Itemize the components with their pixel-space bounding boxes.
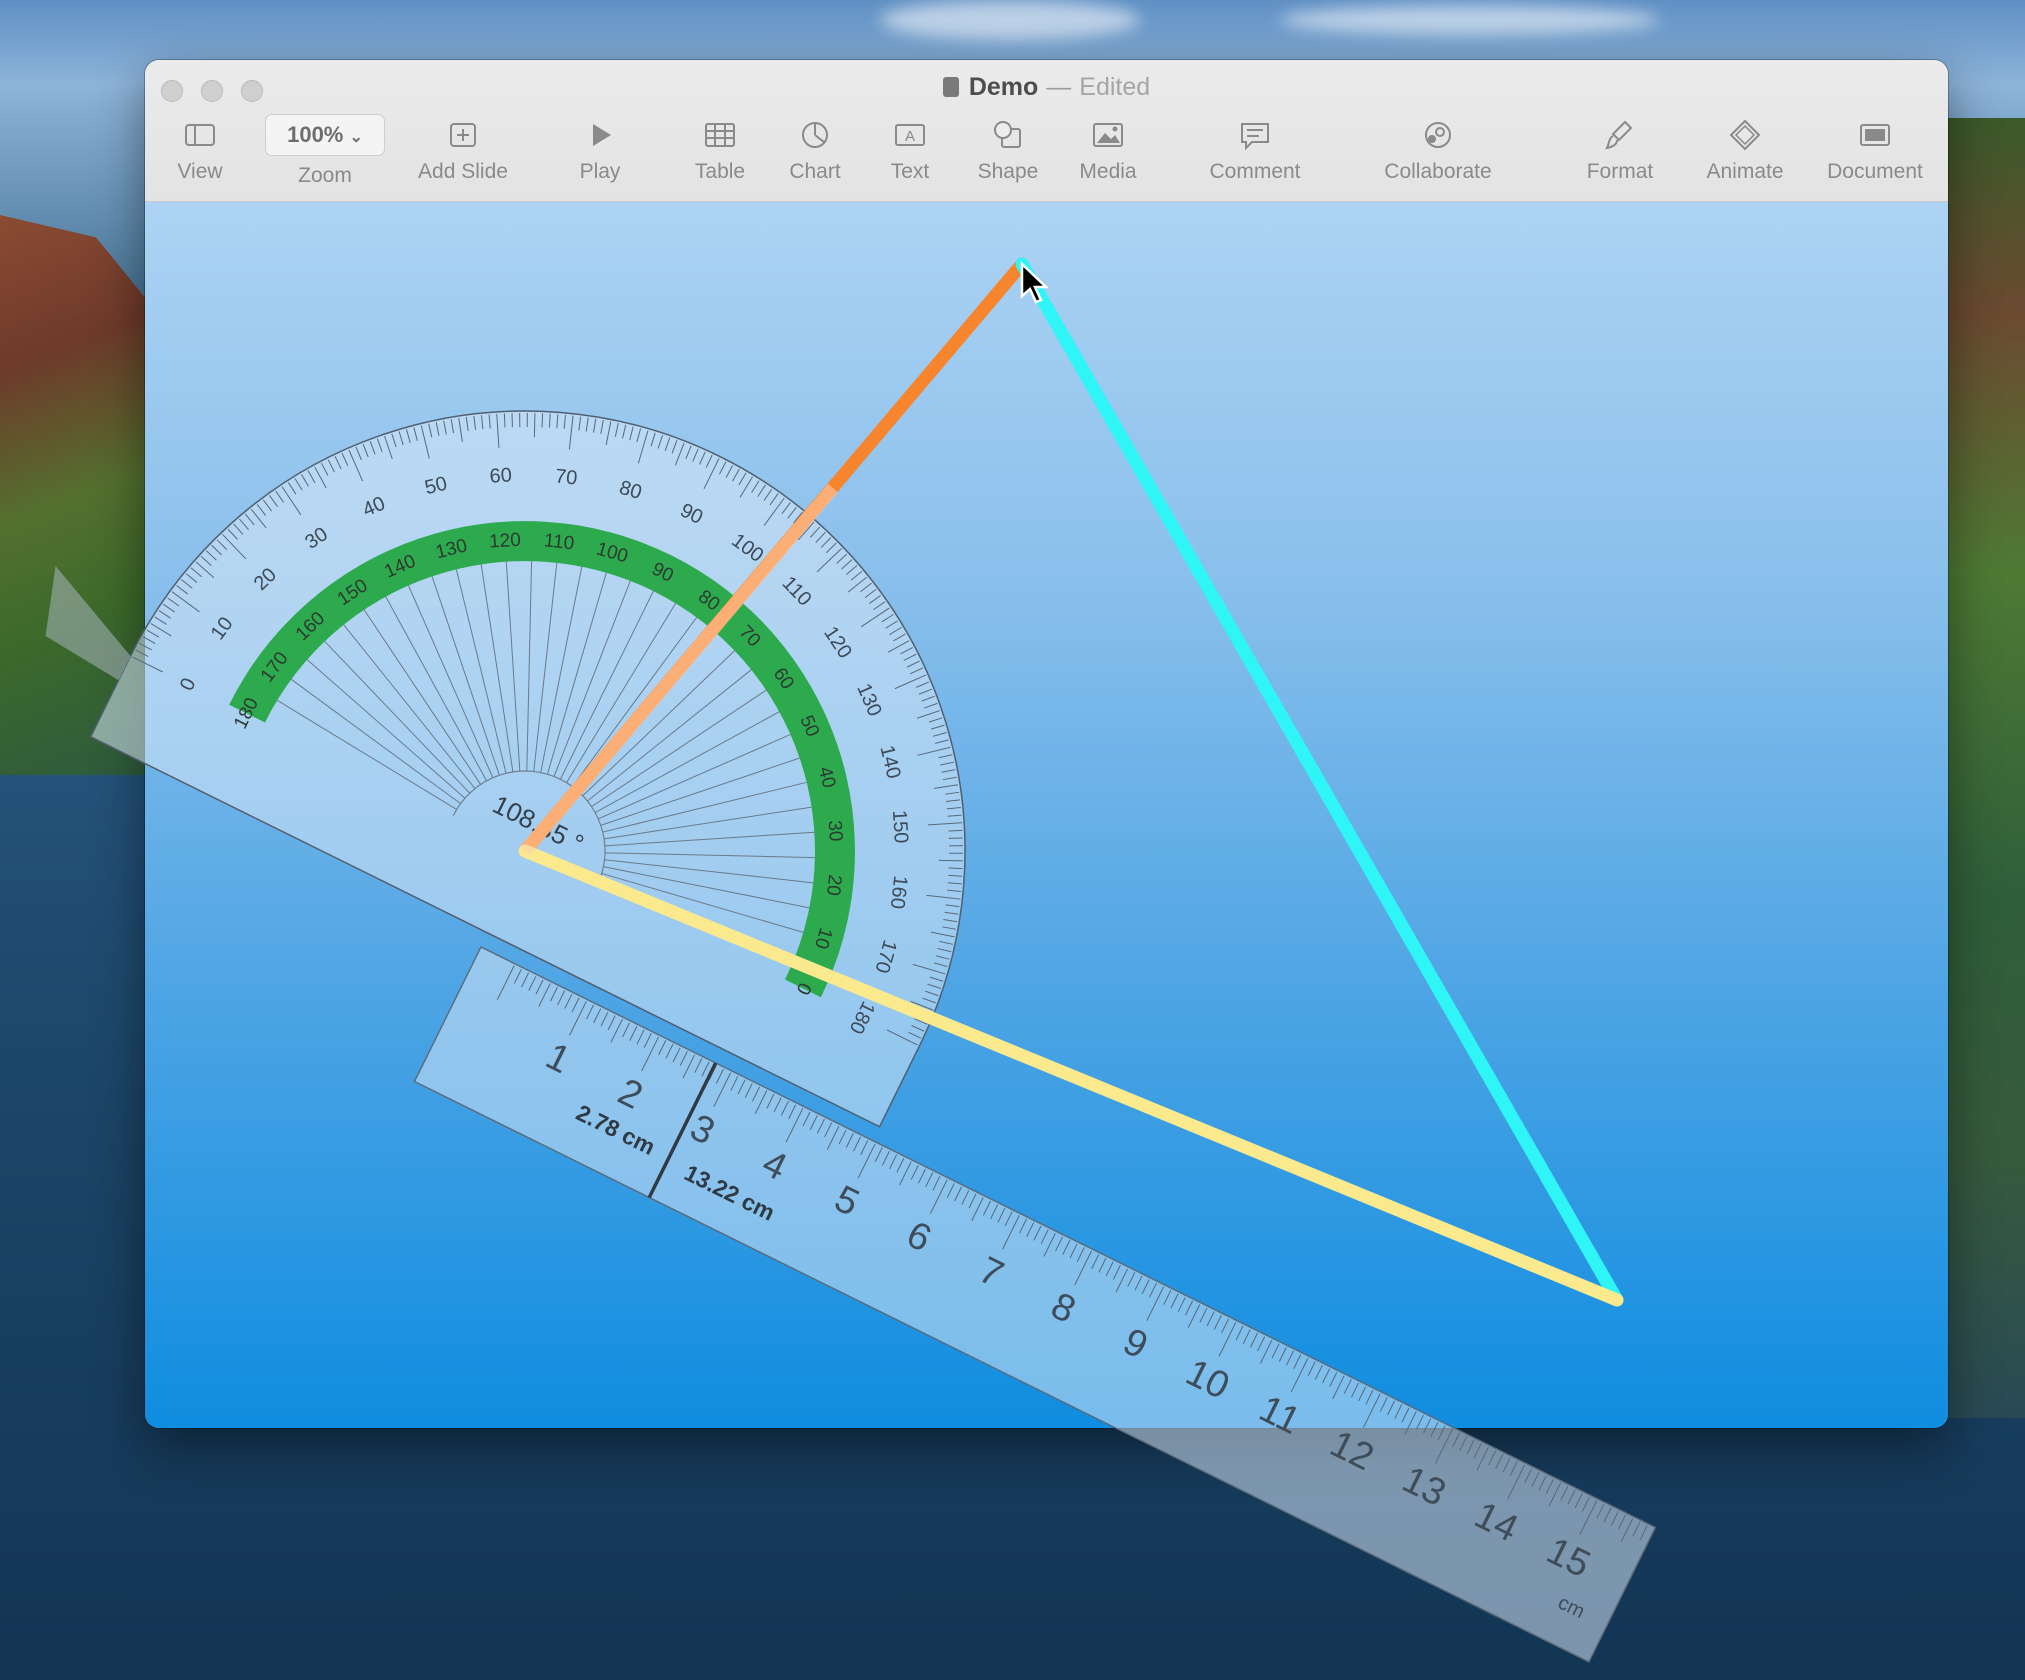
- media-label: Media: [1079, 160, 1137, 183]
- shape-label: Shape: [977, 160, 1039, 183]
- mountain-left: [0, 215, 160, 775]
- text-box-icon: A: [895, 124, 925, 146]
- media-icon: [1093, 123, 1123, 147]
- view-button[interactable]: View: [165, 118, 235, 184]
- add-slide-button[interactable]: Add Slide: [403, 118, 523, 184]
- comment-button[interactable]: Comment: [1200, 118, 1310, 184]
- animate-button[interactable]: Animate: [1700, 118, 1790, 184]
- comment-label: Comment: [1209, 160, 1301, 183]
- view-label: View: [177, 160, 223, 183]
- svg-text:A: A: [905, 128, 915, 145]
- document-name: Demo: [968, 73, 1039, 101]
- collaborate-icon: [1425, 122, 1451, 148]
- text-button[interactable]: A Text: [875, 118, 945, 184]
- document-label: Document: [1827, 160, 1923, 183]
- titlebar: Demo — Edited View 100% ⌄ Zoom Add Slide P…: [145, 60, 1948, 202]
- document-button[interactable]: Document: [1815, 118, 1935, 184]
- table-button[interactable]: Table: [685, 118, 755, 184]
- chevron-down-icon: ⌄: [349, 129, 363, 146]
- play-icon: [593, 124, 611, 146]
- comment-icon: [1241, 123, 1269, 151]
- table-label: Table: [694, 160, 746, 183]
- document-inspector-icon: [1860, 124, 1890, 146]
- document-icon: [942, 77, 959, 97]
- zoom-value: 100%: [287, 122, 344, 147]
- animate-label: Animate: [1706, 160, 1784, 183]
- format-button[interactable]: Format: [1575, 118, 1665, 184]
- collaborate-button[interactable]: Collaborate: [1373, 118, 1503, 184]
- cloud: [1280, 5, 1660, 35]
- slide-canvas[interactable]: [145, 202, 1948, 1428]
- mountain-right: [1945, 118, 2025, 1418]
- keynote-window: Demo — Edited View 100% ⌄ Zoom Add Slide P…: [145, 60, 1948, 1428]
- zoom-label: Zoom: [298, 164, 352, 187]
- play-button[interactable]: Play: [565, 118, 635, 184]
- collaborate-label: Collaborate: [1384, 160, 1492, 183]
- shape-icon: [994, 121, 1021, 148]
- media-button[interactable]: Media: [1068, 118, 1148, 184]
- chart-icon: [802, 122, 828, 148]
- text-label: Text: [890, 160, 930, 183]
- add-slide-icon: [450, 123, 476, 147]
- play-label: Play: [579, 160, 621, 183]
- paintbrush-icon: [1605, 120, 1633, 150]
- zoom-control[interactable]: 100% ⌄ Zoom: [260, 114, 390, 188]
- title-separator: —: [1046, 73, 1072, 101]
- zoom-select[interactable]: 100% ⌄: [265, 114, 385, 156]
- edited-status: Edited: [1079, 73, 1151, 101]
- animate-icon: [1729, 119, 1761, 151]
- chart-button[interactable]: Chart: [780, 118, 850, 184]
- shape-button[interactable]: Shape: [968, 118, 1048, 184]
- table-icon: [705, 123, 735, 147]
- sidebar-icon: [185, 124, 215, 146]
- chart-label: Chart: [789, 160, 841, 183]
- add-slide-label: Add Slide: [418, 160, 508, 183]
- format-label: Format: [1586, 160, 1654, 183]
- cloud: [880, 0, 1140, 40]
- window-title: Demo — Edited: [145, 73, 1948, 102]
